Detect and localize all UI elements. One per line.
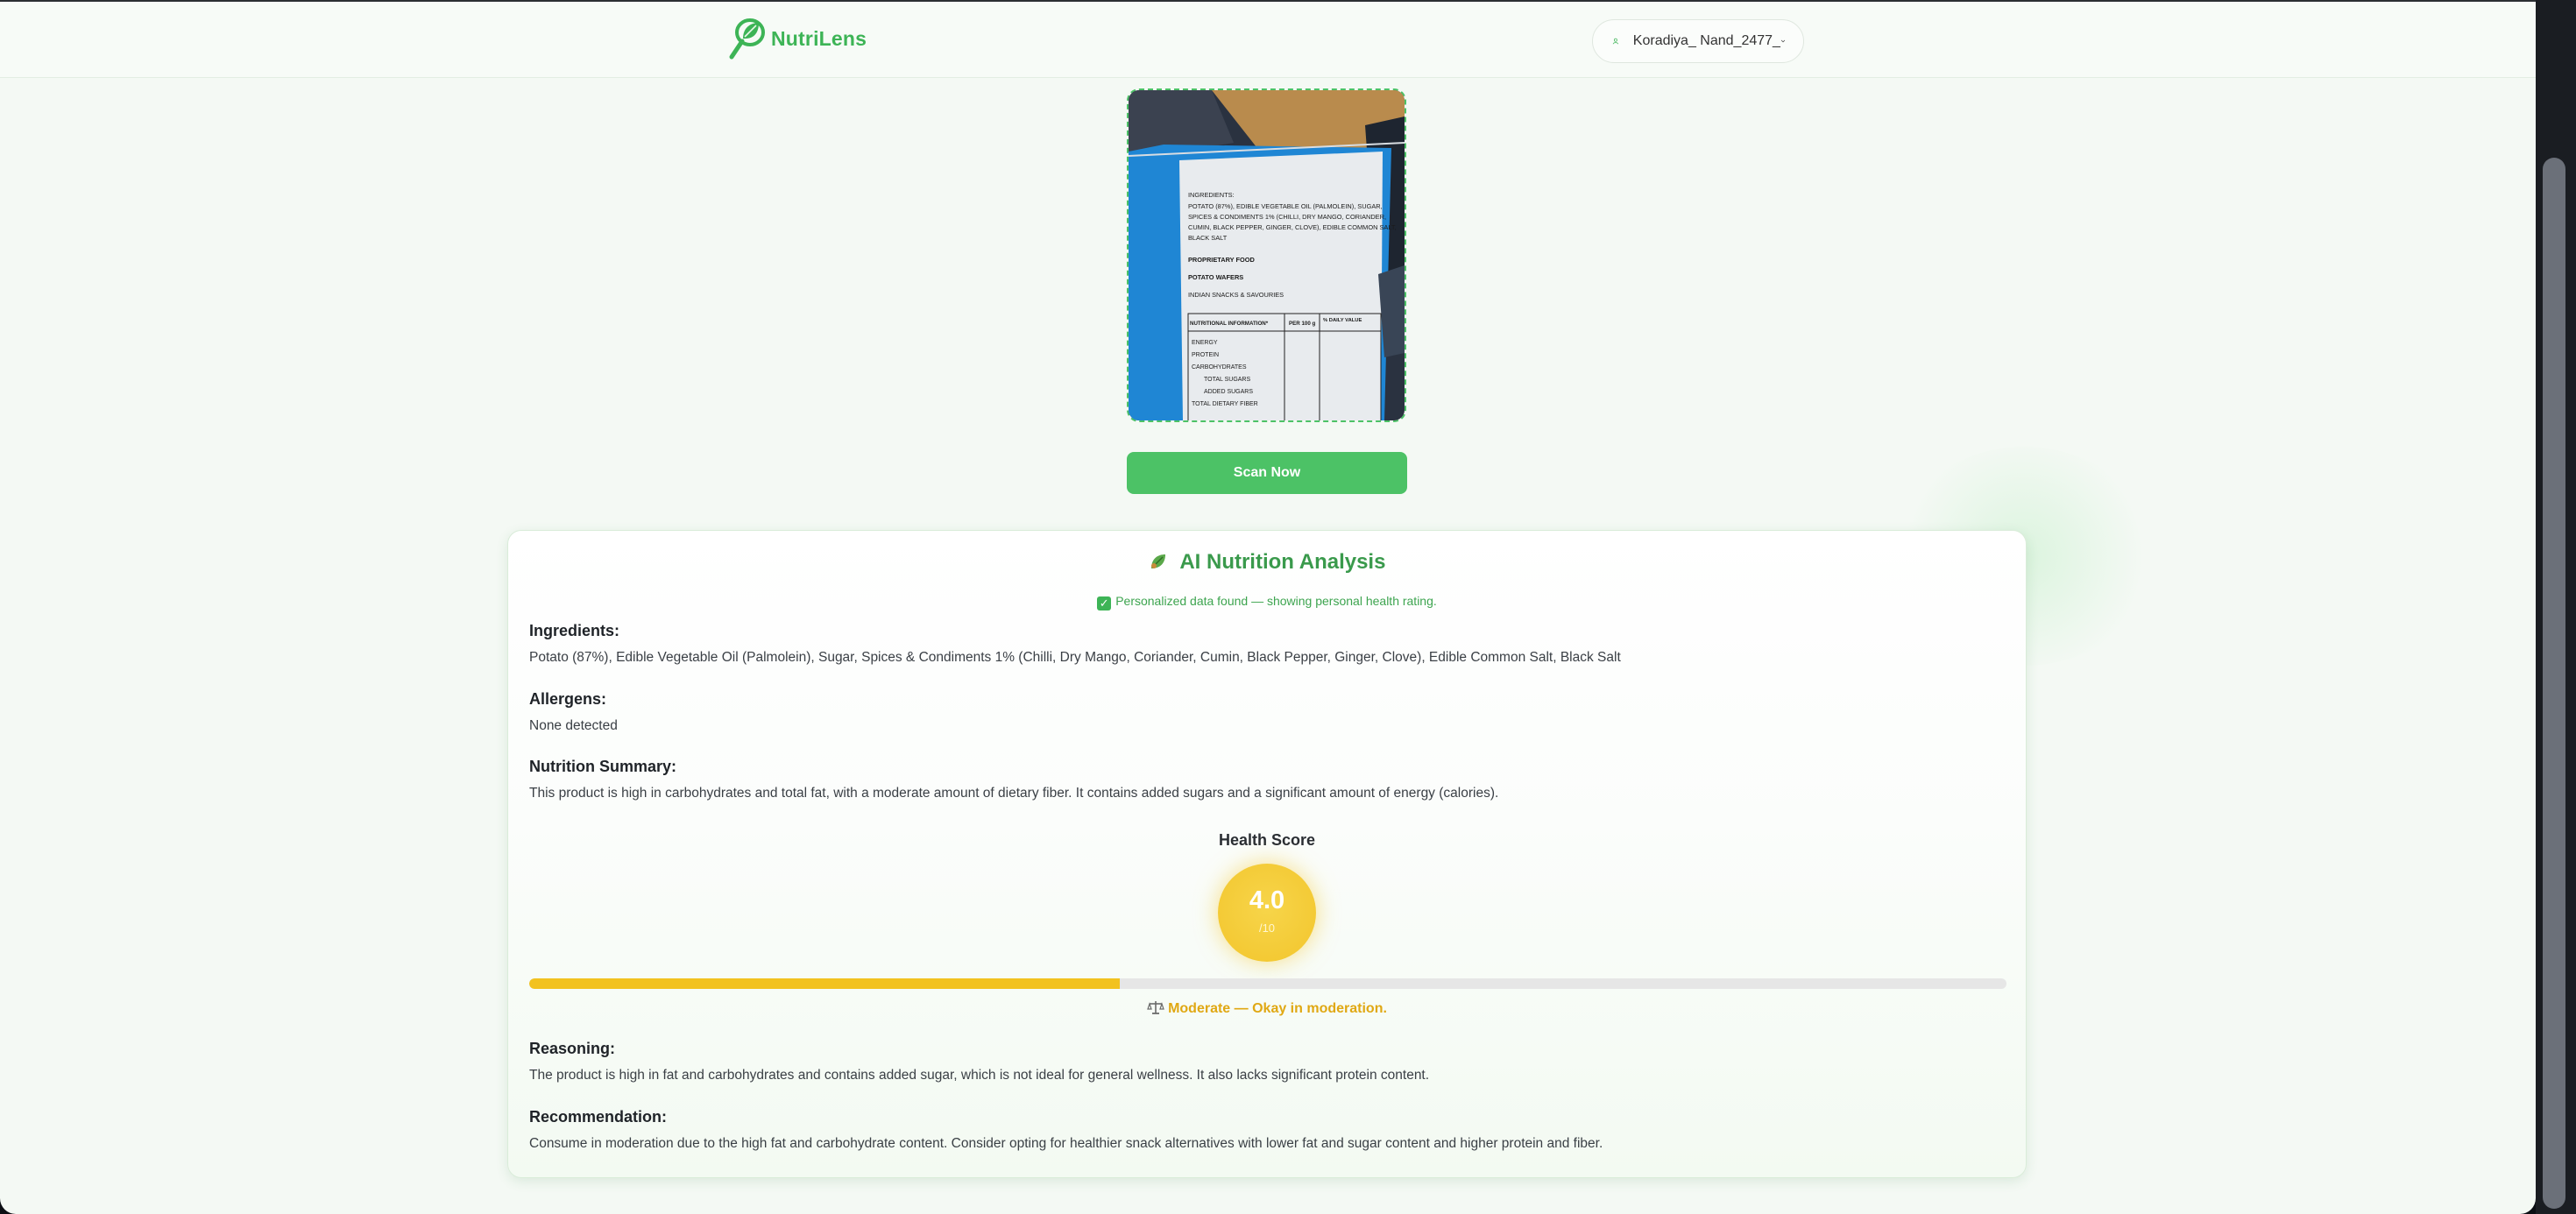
label-text-line: NUTRITIONAL INFORMATION* [1190, 321, 1269, 327]
label-text-line: PER 100 g [1289, 321, 1315, 327]
label-text-line: PROPRIETARY FOOD [1188, 256, 1255, 264]
chevron-down-icon [1780, 39, 1786, 43]
label-table-row: PROTEIN [1192, 352, 1219, 358]
personalization-status-text: Personalized data found — showing person… [1115, 594, 1437, 608]
top-navbar: NutriLens Koradiya_ Nand_2477_ [0, 2, 2536, 78]
user-menu-button[interactable]: Koradiya_ Nand_2477_ [1592, 19, 1804, 63]
label-text-line: CUMIN, BLACK PEPPER, GINGER, CLOVE), EDI… [1188, 223, 1397, 231]
label-text-line: POTATO WAFERS [1188, 273, 1243, 281]
label-text-line: BLACK SALT [1188, 234, 1228, 242]
health-score-bar-fill [529, 978, 1121, 989]
label-text-line: POTATO (87%), EDIBLE VEGETABLE OIL (PALM… [1188, 202, 1383, 210]
personalization-status: ✓ Personalized data found — showing perso… [508, 594, 2026, 611]
reasoning-heading: Reasoning: [529, 1040, 616, 1057]
nutrition-summary-text: This product is high in carbohydrates an… [529, 786, 1499, 801]
allergens-text: None detected [529, 718, 618, 733]
health-score-label: Health Score [1218, 831, 1316, 849]
label-table-row: ADDED SUGARS [1204, 389, 1253, 395]
analysis-title: AI Nutrition Analysis [508, 550, 2026, 575]
user-name: Koradiya_ Nand_2477_ [1632, 33, 1780, 48]
reasoning-text: The product is high in fat and carbohydr… [529, 1068, 1430, 1083]
check-icon: ✓ [1097, 596, 1112, 611]
nutrition-summary-heading: Nutrition Summary: [529, 758, 677, 775]
leaf-magnifier-icon [729, 18, 765, 60]
health-verdict: Moderate — Okay in moderation. [508, 999, 2026, 1017]
ingredients-heading: Ingredients: [529, 622, 620, 639]
brand-name: NutriLens [771, 26, 867, 50]
analysis-card: AI Nutrition Analysis ✓ Personalized data… [507, 530, 2027, 1178]
health-score-value: 4.0 [1249, 886, 1285, 914]
allergens-heading: Allergens: [529, 690, 607, 708]
ingredients-text: Potato (87%), Edible Vegetable Oil (Palm… [529, 650, 1621, 665]
health-score-bar [529, 978, 2006, 989]
label-table-row: ENERGY [1192, 340, 1218, 346]
leaf-icon [1150, 554, 1165, 568]
recommendation-heading: Recommendation: [529, 1108, 668, 1126]
scan-now-button[interactable]: Scan Now [1127, 452, 1407, 494]
label-table-row: TOTAL SUGARS [1204, 377, 1250, 383]
scanned-label-image: INGREDIENTS: POTATO (87%), EDIBLE VEGETA… [1127, 88, 1406, 422]
label-text-line: INGREDIENTS: [1188, 191, 1235, 199]
health-verdict-text: Moderate — Okay in moderation. [1168, 1001, 1387, 1016]
brand-logo[interactable]: NutriLens [727, 16, 867, 61]
health-score-max: /10 [1258, 921, 1276, 935]
health-score-badge: 4.0 /10 [1218, 864, 1316, 962]
scrollbar-thumb[interactable] [2543, 158, 2565, 1209]
scanned-label-photo: INGREDIENTS: POTATO (87%), EDIBLE VEGETA… [1129, 90, 1405, 420]
app-window: NutriLens Koradiya_ Nand_2477_ INGREDIEN… [0, 0, 2536, 1214]
user-icon [1612, 38, 1619, 45]
balance-scale-icon [1147, 1001, 1164, 1014]
label-text-line: INDIAN SNACKS & SAVOURIES [1188, 291, 1284, 299]
label-text-line: % DAILY VALUE [1323, 318, 1362, 323]
recommendation-text: Consume in moderation due to the high fa… [529, 1136, 1603, 1151]
analysis-title-text: AI Nutrition Analysis [1179, 550, 1386, 574]
label-table-row: TOTAL DIETARY FIBER [1192, 401, 1258, 407]
label-table-row: CARBOHYDRATES [1192, 364, 1247, 371]
label-text-line: SPICES & CONDIMENTS 1% (CHILLI, DRY MANG… [1188, 213, 1386, 221]
